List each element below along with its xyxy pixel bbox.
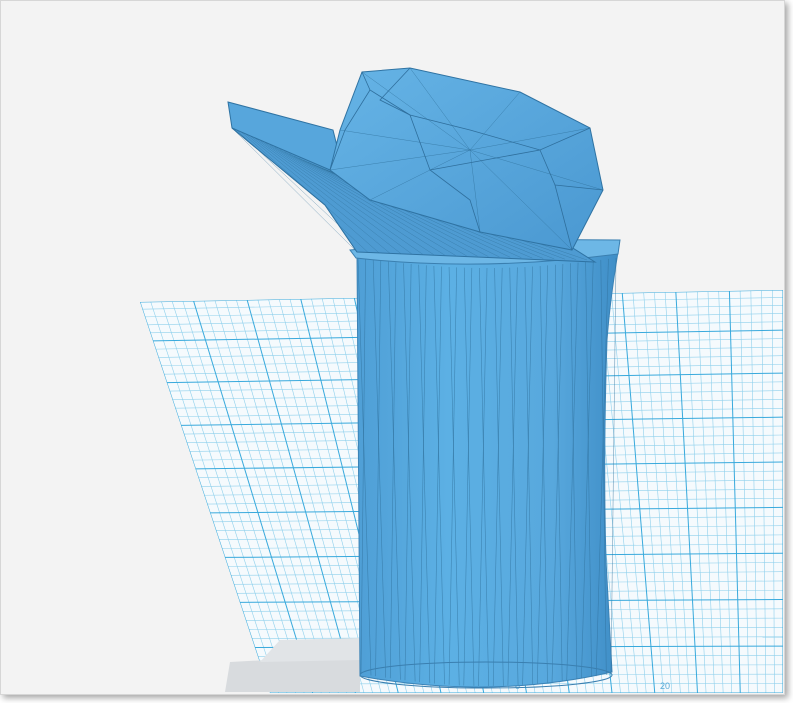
ruler-label-20: 20 xyxy=(660,681,670,691)
3d-viewport[interactable]: 0 20 xyxy=(0,0,793,703)
scene-canvas[interactable]: 0 20 xyxy=(0,0,783,693)
model-shadow xyxy=(225,638,360,692)
